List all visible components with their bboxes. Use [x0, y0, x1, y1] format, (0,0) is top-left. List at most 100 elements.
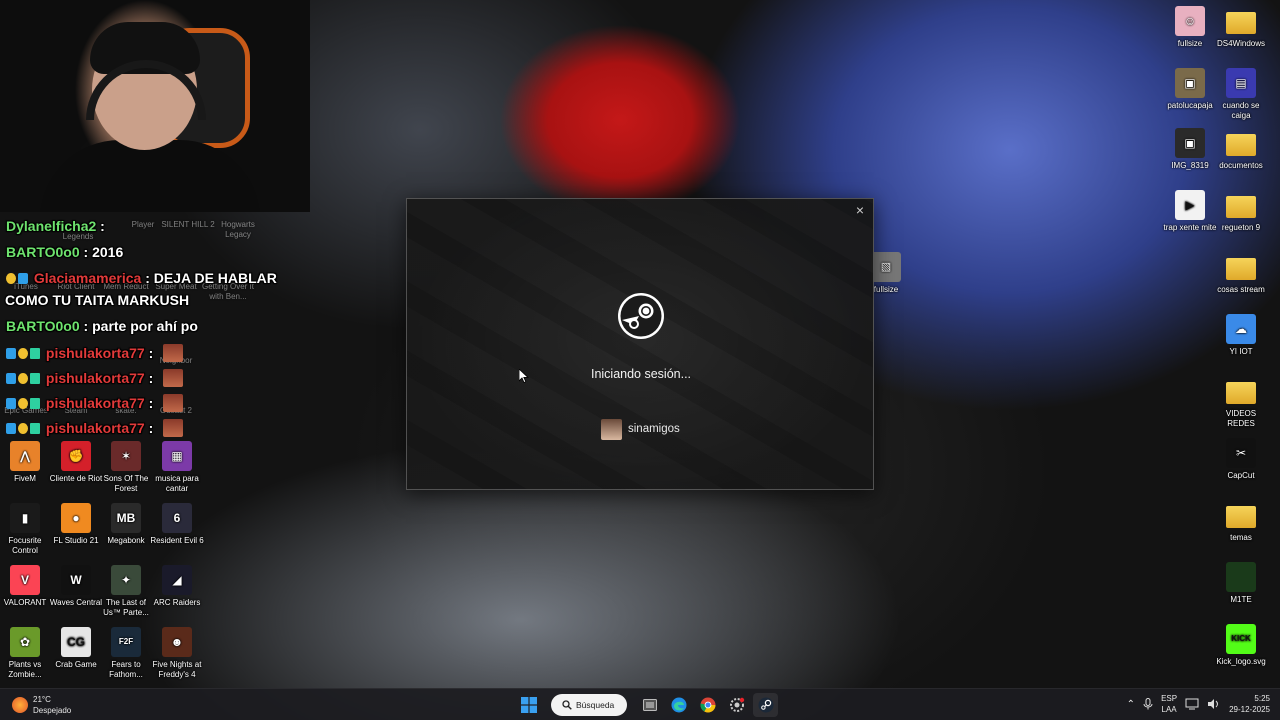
- desktop-icon[interactable]: ▦ musica para cantar: [149, 441, 205, 494]
- webcam-shirt: [40, 140, 260, 212]
- chat-text: COMO TU TAITA MARKUSH: [5, 292, 190, 308]
- search-label: Búsqueda: [576, 700, 615, 710]
- weather-widget[interactable]: 21°C Despejado: [12, 694, 71, 716]
- chat-username: pishulakorta77: [45, 395, 145, 411]
- desktop-icon-label: Resident Evil 6: [150, 536, 204, 545]
- app-icon: ▣: [1175, 128, 1205, 158]
- desktop-icon[interactable]: ▣ patolucapaja: [1162, 68, 1218, 111]
- desktop-icon[interactable]: ✊ Cliente de Riot: [48, 441, 104, 484]
- desktop-icon-label: cuando se caiga: [1222, 101, 1260, 120]
- taskbar-search[interactable]: Búsqueda: [551, 694, 627, 716]
- chat-separator: :: [148, 370, 154, 386]
- folder-icon: [1226, 258, 1256, 280]
- desktop-icon[interactable]: regueton 9: [1213, 190, 1269, 233]
- taskbar-edge[interactable]: [666, 693, 691, 717]
- desktop-icon[interactable]: VIDEOS REDES: [1213, 376, 1269, 429]
- system-tray: ⌃ ESP LAA 5:25 29-12-2025: [1127, 693, 1270, 715]
- desktop-icon[interactable]: ◢ ARC Raiders: [149, 565, 205, 608]
- steam-account[interactable]: sinamigos: [601, 418, 680, 440]
- steam-login-dialog: × Iniciando sesión... sinamigos: [406, 198, 874, 490]
- chat-message: pishulakorta77 :: [6, 419, 184, 437]
- taskbar-chrome[interactable]: [695, 693, 720, 717]
- folder-icon: [1226, 196, 1256, 218]
- desktop-icon[interactable]: KICK Kick_logo.svg: [1213, 624, 1269, 667]
- task-view-button[interactable]: [637, 693, 662, 717]
- badge-icon: [6, 348, 16, 359]
- close-button[interactable]: ×: [851, 201, 869, 219]
- network-icon[interactable]: [1185, 698, 1199, 710]
- desktop-icon[interactable]: ✿ Plants vs Zombie...: [0, 627, 53, 680]
- desktop-icon[interactable]: CG Crab Game: [48, 627, 104, 670]
- chat-text: 2016: [92, 244, 124, 260]
- folder-icon: [1226, 134, 1256, 156]
- desktop-icon[interactable]: DS4Windows: [1213, 6, 1269, 49]
- desktop-icon[interactable]: ● FL Studio 21: [48, 503, 104, 546]
- desktop-icon-label: patolucapaja: [1167, 101, 1213, 110]
- app-icon: ☁: [1226, 314, 1256, 344]
- desktop-icon[interactable]: W Waves Central: [48, 565, 104, 608]
- chat-message: BARTO0o0 : parte por ahí po: [6, 318, 198, 334]
- taskbar-steam[interactable]: [753, 693, 778, 717]
- app-icon: CG: [61, 627, 91, 657]
- desktop-icon[interactable]: ⋀ FiveM: [0, 441, 53, 484]
- desktop-icon-label: regueton 9: [1221, 223, 1261, 232]
- emote-icon: [163, 394, 184, 412]
- chevron-up-icon[interactable]: ⌃: [1127, 699, 1135, 710]
- folder-icon: [1226, 12, 1256, 34]
- app-icon: KICK: [1226, 624, 1256, 654]
- desktop-icon[interactable]: ☻ Five Nights at Freddy's 4: [149, 627, 205, 680]
- desktop-icon[interactable]: ✶ Sons Of The Forest: [98, 441, 154, 494]
- steam-icon: [758, 697, 773, 713]
- desktop-icon[interactable]: temas: [1213, 500, 1269, 543]
- desktop-icon[interactable]: 6 Resident Evil 6: [149, 503, 205, 546]
- app-icon: [1226, 562, 1256, 592]
- desktop-icon[interactable]: ▤ cuando se caiga: [1213, 68, 1269, 121]
- desktop-icon[interactable]: ▣ IMG_8319: [1162, 128, 1218, 171]
- badge-icon: [18, 398, 28, 409]
- windows-icon: [520, 697, 537, 713]
- chat-username: BARTO0o0: [6, 318, 80, 334]
- desktop-icon-label: Crab Game: [55, 660, 97, 669]
- desktop-icon[interactable]: F2F Fears to Fathom...: [98, 627, 154, 680]
- desktop-icon-label: Fears to Fathom...: [109, 660, 143, 679]
- clock[interactable]: 5:25 29-12-2025: [1229, 693, 1270, 715]
- app-icon: MB: [111, 503, 141, 533]
- volume-icon[interactable]: [1207, 698, 1221, 710]
- webcam-overlay: [0, 0, 310, 212]
- weather-icon: [12, 697, 28, 713]
- desktop-icon-label: DS4Windows: [1216, 39, 1265, 48]
- app-icon: ▤: [1226, 68, 1256, 98]
- desktop-icon[interactable]: documentos: [1213, 128, 1269, 171]
- desktop-icon[interactable]: cosas stream: [1213, 252, 1269, 295]
- chat-separator: :: [83, 244, 89, 260]
- app-icon: ✦: [111, 565, 141, 595]
- desktop-icon[interactable]: ▶ trap xente mite: [1162, 190, 1218, 233]
- desktop-icon[interactable]: M1TE: [1213, 562, 1269, 605]
- desktop-icon[interactable]: ✦ The Last of Us™ Parte...: [98, 565, 154, 618]
- steam-account-name: sinamigos: [628, 423, 680, 435]
- app-icon: ▣: [1175, 68, 1205, 98]
- app-icon: F2F: [111, 627, 141, 657]
- chat-message: Glaciamamerica : DEJA DE HABLAR: [6, 270, 277, 286]
- taskbar-app-gear[interactable]: [724, 693, 749, 717]
- badge-icon: [18, 373, 28, 384]
- search-icon: [562, 700, 572, 710]
- desktop-icon[interactable]: ☁ YI IOT: [1213, 314, 1269, 357]
- desktop-icon-label: trap xente mite: [1163, 223, 1217, 232]
- language-indicator[interactable]: ESP LAA: [1161, 693, 1177, 715]
- chat-message: Dylanelficha2 :: [6, 218, 105, 234]
- emote-icon: [163, 369, 184, 387]
- app-icon: ⋀: [10, 441, 40, 471]
- desktop-icon[interactable]: V VALORANT: [0, 565, 53, 608]
- desktop-icon[interactable]: ✂ CapCut: [1213, 438, 1269, 481]
- start-button[interactable]: [516, 693, 541, 717]
- desktop-icon[interactable]: ▮ Focusrite Control: [0, 503, 53, 556]
- chat-username: pishulakorta77: [45, 345, 145, 361]
- microphone-icon[interactable]: [1143, 698, 1153, 710]
- desktop-icon[interactable]: ☺ fullsize: [1162, 6, 1218, 49]
- desktop-icon[interactable]: MB Megabonk: [98, 503, 154, 546]
- edge-icon: [671, 697, 686, 713]
- emote-icon: [163, 419, 184, 437]
- badge-icon: [18, 423, 28, 434]
- weather-temp: 21°C: [33, 695, 51, 704]
